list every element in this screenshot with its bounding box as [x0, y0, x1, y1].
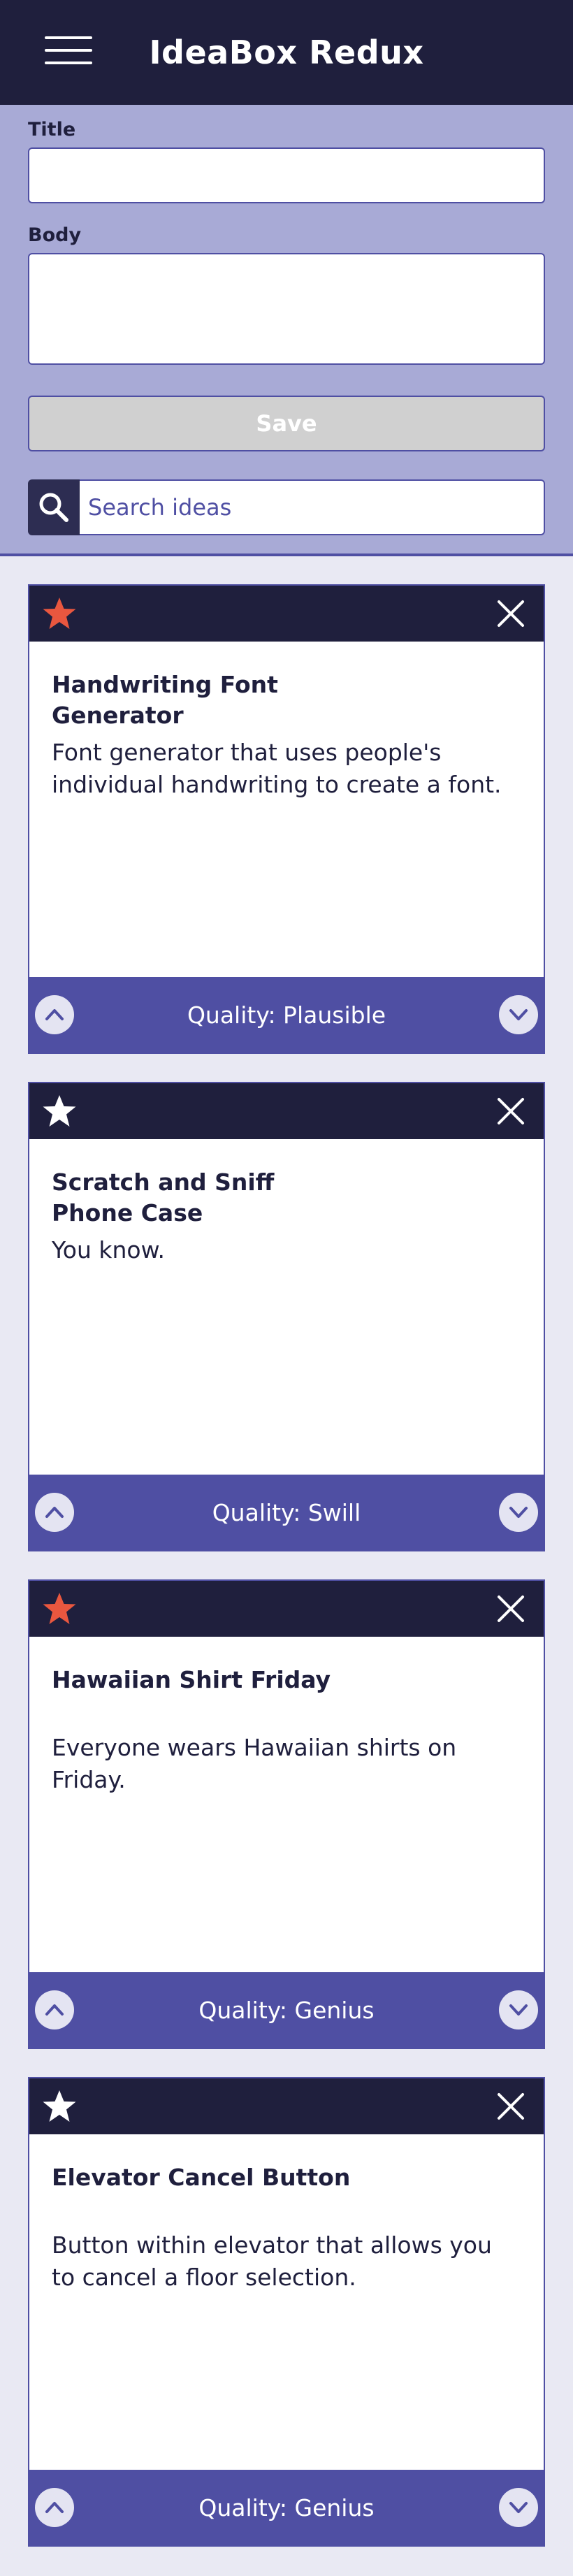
idea-card: Hawaiian Shirt Friday Everyone wears Haw…: [28, 1579, 545, 2049]
quality-label: Quality: Swill: [212, 1498, 361, 1526]
hamburger-icon[interactable]: [45, 36, 92, 64]
card-body: Handwriting Font Generator Font generato…: [29, 642, 544, 977]
quality-label: Quality: Genius: [198, 1996, 375, 2024]
card-footer: Quality: Swill: [29, 1475, 544, 1550]
quality-label: Quality: Genius: [198, 2494, 375, 2521]
title-label: Title: [28, 119, 76, 140]
chevron-down-icon[interactable]: [498, 995, 538, 1034]
idea-title[interactable]: Handwriting Font Generator: [52, 670, 359, 737]
body-label: Body: [28, 224, 82, 246]
idea-body[interactable]: Button within elevator that allows you t…: [52, 2229, 521, 2294]
idea-body[interactable]: Font generator that uses people's indivi…: [52, 737, 521, 801]
idea-title[interactable]: Elevator Cancel Button: [52, 2162, 359, 2229]
chevron-down-icon[interactable]: [498, 2488, 538, 2527]
save-button[interactable]: Save: [28, 396, 545, 451]
search-bar: [28, 479, 545, 535]
chevron-up-icon[interactable]: [35, 2488, 74, 2527]
card-toolbar: [29, 2078, 544, 2134]
idea-list: Handwriting Font Generator Font generato…: [0, 556, 573, 2547]
idea-card: Elevator Cancel Button Button within ele…: [28, 2077, 545, 2547]
chevron-up-icon[interactable]: [35, 995, 74, 1034]
app-title: IdeaBox Redux: [149, 34, 424, 71]
star-icon[interactable]: [41, 2087, 78, 2125]
card-body: Hawaiian Shirt Friday Everyone wears Haw…: [29, 1637, 544, 1972]
quality-label: Quality: Plausible: [187, 1001, 386, 1029]
idea-title[interactable]: Hawaiian Shirt Friday: [52, 1665, 359, 1732]
card-toolbar: [29, 1581, 544, 1637]
star-icon[interactable]: [41, 1590, 78, 1628]
close-icon[interactable]: [492, 1590, 530, 1628]
idea-card: Handwriting Font Generator Font generato…: [28, 584, 545, 1054]
card-footer: Quality: Plausible: [29, 977, 544, 1052]
body-input[interactable]: [28, 253, 545, 365]
card-footer: Quality: Genius: [29, 2470, 544, 2545]
idea-form: Title Body Save: [0, 105, 573, 556]
close-icon[interactable]: [492, 2087, 530, 2125]
chevron-down-icon[interactable]: [498, 1990, 538, 2029]
card-toolbar: [29, 586, 544, 642]
idea-body[interactable]: You know.: [52, 1234, 521, 1266]
chevron-down-icon[interactable]: [498, 1493, 538, 1532]
title-input[interactable]: [28, 147, 545, 203]
close-icon[interactable]: [492, 595, 530, 632]
close-icon[interactable]: [492, 1092, 530, 1130]
idea-body[interactable]: Everyone wears Hawaiian shirts on Friday…: [52, 1732, 521, 1796]
idea-title[interactable]: Scratch and Sniff Phone Case: [52, 1167, 359, 1234]
app-header: IdeaBox Redux: [0, 0, 573, 105]
card-body: Elevator Cancel Button Button within ele…: [29, 2134, 544, 2470]
chevron-up-icon[interactable]: [35, 1990, 74, 2029]
star-icon[interactable]: [41, 1092, 78, 1130]
search-input[interactable]: [80, 479, 545, 535]
card-body: Scratch and Sniff Phone Case You know.: [29, 1139, 544, 1475]
search-icon[interactable]: [28, 479, 80, 535]
idea-card: Scratch and Sniff Phone Case You know. Q…: [28, 1082, 545, 1551]
card-footer: Quality: Genius: [29, 1972, 544, 2048]
chevron-up-icon[interactable]: [35, 1493, 74, 1532]
card-toolbar: [29, 1083, 544, 1139]
star-icon[interactable]: [41, 595, 78, 632]
